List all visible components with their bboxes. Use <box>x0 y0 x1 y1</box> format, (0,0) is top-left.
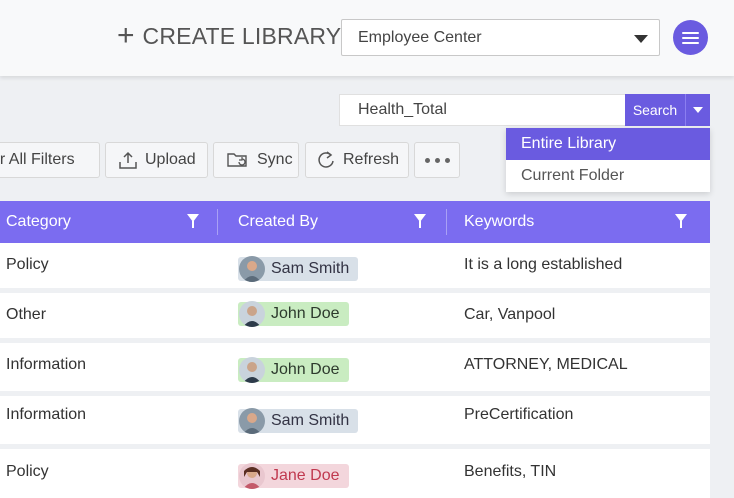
created-by-name: John Doe <box>271 305 340 322</box>
category-cell: Policy <box>6 256 49 273</box>
keywords-cell: PreCertification <box>464 406 574 423</box>
refresh-label: Refresh <box>343 151 400 168</box>
sync-folder-icon <box>227 153 247 167</box>
column-header-label: Created By <box>238 213 319 230</box>
chevron-down-icon <box>634 35 648 43</box>
clear-all-filters-label: ar All Filters <box>0 151 75 168</box>
created-by-name: Jane Doe <box>271 467 340 484</box>
created-by-name: Sam Smith <box>271 260 350 277</box>
scope-option-label: Entire Library <box>521 135 617 152</box>
search-input-value: Health_Total <box>358 101 447 118</box>
created-by-chip[interactable]: Jane Doe <box>238 463 349 489</box>
category-cell: Other <box>6 306 47 323</box>
plus-icon: + <box>117 19 135 52</box>
column-divider[interactable] <box>446 209 447 235</box>
column-header-label: Keywords <box>464 213 535 230</box>
keywords-cell: Car, Vanpool <box>464 306 556 323</box>
table-row[interactable]: Information John Doe ATTORNEY, MEDICAL <box>0 343 710 396</box>
scope-option-label: Current Folder <box>521 167 625 184</box>
created-by-chip[interactable]: John Doe <box>238 301 349 327</box>
category-cell: Policy <box>6 463 49 480</box>
filter-icon[interactable] <box>187 214 199 228</box>
library-select-value: Employee Center <box>358 28 482 46</box>
grid-header: Category Created By Keywords <box>0 201 710 243</box>
avatar <box>239 256 265 282</box>
table-row[interactable]: Policy Jane Doe Benefits, TIN <box>0 449 710 498</box>
created-by-name: John Doe <box>271 361 340 378</box>
hamburger-menu-button[interactable] <box>673 20 708 55</box>
menu-icon-bar <box>682 31 699 34</box>
keywords-cell: It is a long established <box>464 256 623 273</box>
column-header-created-by[interactable]: Created By <box>238 201 438 243</box>
create-library-button[interactable]: + CREATE LIBRARY <box>117 20 341 52</box>
upload-icon <box>119 151 137 169</box>
scope-option-current-folder[interactable]: Current Folder <box>506 160 710 192</box>
dot-icon <box>434 157 440 163</box>
column-header-label: Category <box>6 213 71 230</box>
column-header-keywords[interactable]: Keywords <box>464 201 704 243</box>
search-button-label: Search <box>632 102 678 118</box>
column-divider[interactable] <box>217 209 218 235</box>
keywords-cell: Benefits, TIN <box>464 463 557 480</box>
documents-grid: Category Created By Keywords Policy Sam … <box>0 201 710 498</box>
category-cell: Information <box>6 406 87 423</box>
avatar <box>239 463 265 489</box>
avatar <box>239 357 265 383</box>
table-row[interactable]: Information Sam Smith PreCertification <box>0 396 710 449</box>
keywords-cell: ATTORNEY, MEDICAL <box>464 356 628 373</box>
sync-button[interactable]: Sync <box>213 142 299 178</box>
search-button[interactable]: Search <box>625 94 685 126</box>
menu-icon-bar <box>682 41 699 44</box>
search-input[interactable]: Health_Total <box>339 94 625 126</box>
refresh-icon <box>318 151 334 168</box>
created-by-chip[interactable]: Sam Smith <box>238 256 359 282</box>
library-select[interactable]: Employee Center <box>341 19 660 56</box>
create-library-label: CREATE LIBRARY <box>142 22 342 49</box>
upload-button[interactable]: Upload <box>105 142 208 178</box>
more-options-button[interactable] <box>414 142 460 178</box>
avatar <box>239 408 265 434</box>
column-header-category[interactable]: Category <box>6 201 206 243</box>
sync-label: Sync <box>257 151 293 168</box>
dot-icon <box>424 157 430 163</box>
filter-icon[interactable] <box>675 214 687 228</box>
filter-icon[interactable] <box>414 214 426 228</box>
created-by-chip[interactable]: John Doe <box>238 357 349 383</box>
menu-icon-bar <box>682 36 699 39</box>
table-row[interactable]: Other John Doe Car, Vanpool <box>0 293 710 343</box>
upload-label: Upload <box>145 151 196 168</box>
created-by-name: Sam Smith <box>271 412 350 429</box>
search-scope-menu: Entire Library Current Folder <box>506 128 710 192</box>
refresh-button[interactable]: Refresh <box>305 142 409 178</box>
search-scope-dropdown-toggle[interactable] <box>685 94 710 126</box>
clear-all-filters-button[interactable]: ar All Filters <box>0 142 100 178</box>
avatar <box>239 301 265 327</box>
dot-icon <box>444 157 450 163</box>
top-bar: + CREATE LIBRARY Employee Center <box>0 0 734 76</box>
category-cell: Information <box>6 356 87 373</box>
created-by-chip[interactable]: Sam Smith <box>238 408 359 434</box>
table-row[interactable]: Policy Sam Smith It is a long establishe… <box>0 243 710 293</box>
scope-option-entire-library[interactable]: Entire Library <box>506 128 710 160</box>
